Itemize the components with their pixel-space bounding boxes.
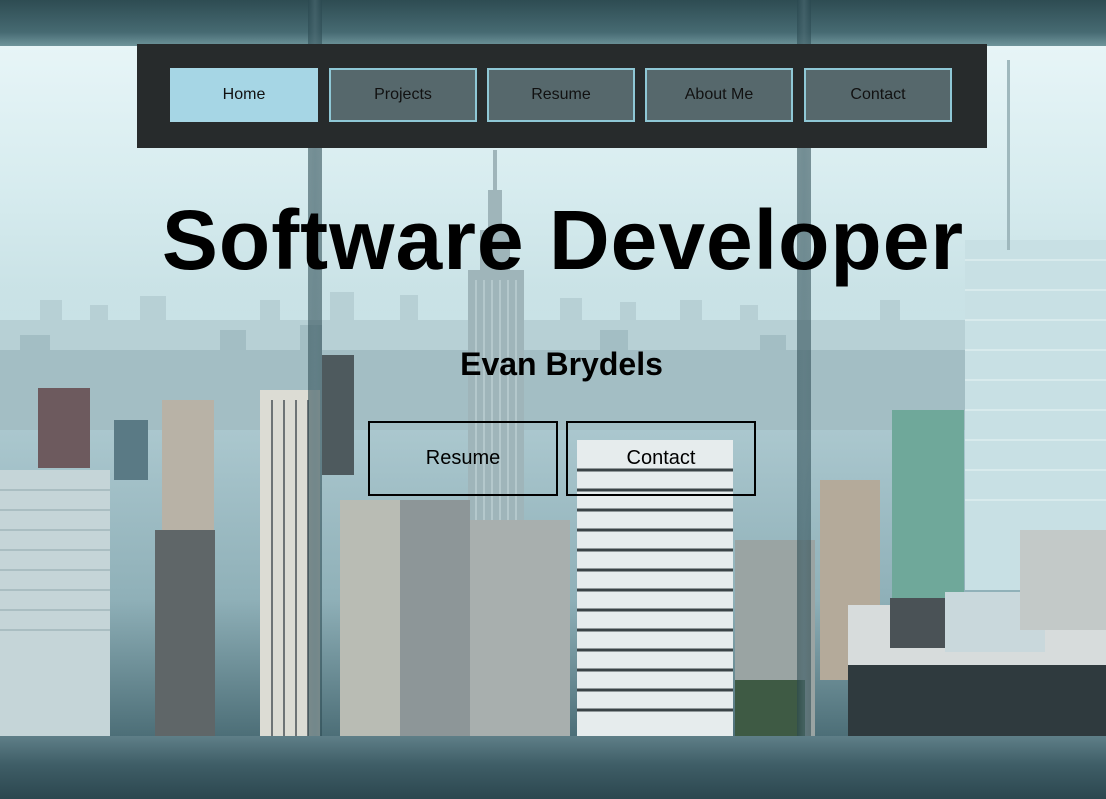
nav-about-me-button[interactable]: About Me <box>645 68 793 122</box>
contact-button[interactable]: Contact <box>566 421 756 496</box>
hero-background: Home Projects Resume About Me Contact So… <box>0 0 1106 799</box>
resume-button[interactable]: Resume <box>368 421 558 496</box>
floor <box>0 736 1106 799</box>
nav-contact-button[interactable]: Contact <box>804 68 952 122</box>
main-navigation: Home Projects Resume About Me Contact <box>137 44 987 148</box>
page-title: Software Developer <box>161 193 965 287</box>
nav-resume-button[interactable]: Resume <box>487 68 635 122</box>
developer-name: Evan Brydels <box>460 346 663 382</box>
nav-projects-button[interactable]: Projects <box>329 68 477 122</box>
nav-home-button[interactable]: Home <box>170 68 318 122</box>
